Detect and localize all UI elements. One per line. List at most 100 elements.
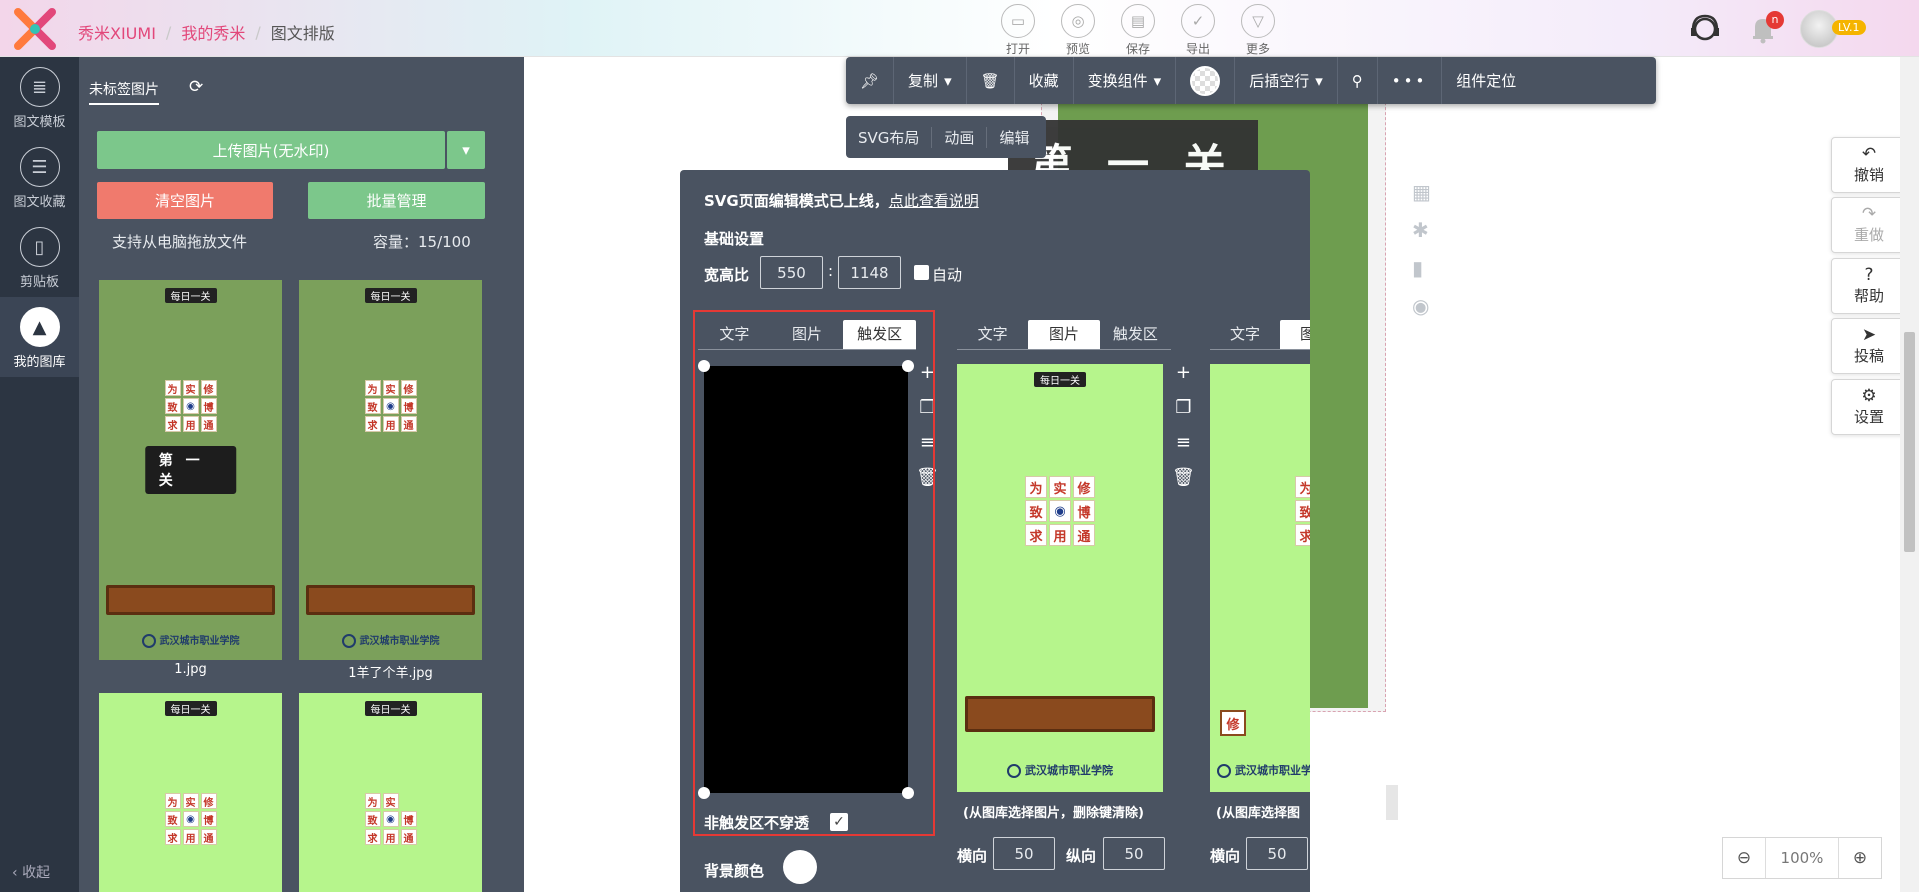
- nav-favorites[interactable]: ☰ 图文收藏: [0, 137, 79, 217]
- open-button[interactable]: ▭ 打开: [993, 4, 1043, 57]
- edit-button[interactable]: 编辑: [987, 127, 1041, 148]
- upload-image-button[interactable]: 上传图片(无水印): [97, 131, 445, 169]
- copy-icon[interactable]: ❐: [1175, 397, 1191, 418]
- zoom-out-icon[interactable]: ⊖: [1723, 848, 1765, 868]
- svg-notice: SVG页面编辑模式已上线，点此查看说明: [704, 192, 979, 210]
- svg-subtoolbar: SVG布局 动画 编辑: [846, 116, 1046, 158]
- xiumi-logo-icon[interactable]: [14, 8, 56, 50]
- notification-bell-icon[interactable]: n: [1748, 11, 1784, 44]
- tab-image[interactable]: 图片: [1028, 320, 1100, 349]
- locate-component-button[interactable]: 组件定位: [1442, 57, 1530, 104]
- export-button[interactable]: ✓ 导出: [1173, 4, 1223, 57]
- bg-color-swatch[interactable]: [783, 850, 817, 884]
- auto-checkbox[interactable]: [914, 265, 929, 280]
- copy-button[interactable]: 复制 ▾: [894, 57, 967, 104]
- horizontal-input[interactable]: 50: [1246, 837, 1308, 870]
- tab-image[interactable]: 图片: [1280, 320, 1310, 349]
- brand-name[interactable]: 秀米XIUMI: [78, 20, 156, 44]
- preview-icon: ◎: [1061, 4, 1095, 38]
- delete-button[interactable]: 🗑︎: [967, 57, 1015, 104]
- thumb-caption: 1羊了个羊.jpg: [348, 666, 433, 681]
- capacity-label: 容量：15/100: [373, 233, 471, 251]
- nav-my-gallery[interactable]: ▲ 我的图库: [0, 297, 79, 377]
- settings-button[interactable]: ⚙ 设置: [1831, 379, 1907, 435]
- horizontal-label: 横向: [957, 847, 988, 865]
- eye-icon[interactable]: ◉: [1412, 294, 1431, 318]
- vertical-label: 纵向: [1066, 847, 1097, 865]
- support-agent-icon[interactable]: [1688, 12, 1722, 46]
- brush-button[interactable]: ⚲: [1338, 57, 1378, 104]
- batch-manage-button[interactable]: 批量管理: [308, 182, 485, 219]
- image-hint: (从图库选择图片，删除键清除): [963, 806, 1144, 821]
- vertical-input[interactable]: 50: [1103, 837, 1165, 870]
- breadcrumb-my-xiumi[interactable]: 我的秀米: [181, 20, 245, 44]
- drag-note: 支持从电脑拖放文件: [112, 233, 248, 251]
- breadcrumb-layout: 图文排版: [270, 24, 335, 43]
- svg-layout-button[interactable]: SVG布局: [846, 126, 933, 148]
- help-button[interactable]: ? 帮助: [1831, 258, 1907, 314]
- redo-button[interactable]: ↷ 重做: [1831, 197, 1907, 253]
- chevron-down-icon: ▽: [1241, 4, 1275, 38]
- image-thumb[interactable]: 每日一关 为实修 致 ◉ 博 求用通 第 一 关 武汉城市职业学院: [99, 280, 282, 660]
- menu-icon[interactable]: ≡: [1176, 432, 1191, 453]
- level-title: 第 一 关: [144, 446, 237, 494]
- refresh-icon[interactable]: ⟳: [189, 77, 203, 97]
- layer-image[interactable]: 每日一关 为实修 致 ◉ 博 求用通 武汉城市职业学院: [957, 364, 1163, 792]
- clipboard-icon: ▯: [19, 227, 60, 267]
- add-icon[interactable]: +: [1176, 362, 1191, 383]
- animation-button[interactable]: 动画: [932, 126, 988, 148]
- chevron-left-icon: ‹: [12, 865, 18, 881]
- pin-button[interactable]: 📌︎: [846, 57, 895, 104]
- transform-component-button[interactable]: 变换组件 ▾: [1074, 57, 1177, 104]
- gear-icon: ⚙: [1861, 386, 1877, 406]
- zoom-in-icon[interactable]: ⊕: [1839, 848, 1881, 868]
- ellipsis-icon: •••: [1391, 71, 1428, 90]
- help-icon: ?: [1864, 265, 1874, 285]
- grid-icon[interactable]: ▦: [1412, 180, 1431, 204]
- top-bar: 秀米XIUMI / 我的秀米 / 图文排版 ▭ 打开 ◎ 预览 ▤ 保存 ✓ 导…: [0, 0, 1919, 57]
- image-icon: ▲: [19, 307, 60, 347]
- nav-templates[interactable]: ≣ 图文模板: [0, 57, 79, 137]
- selected-layer-outline: [693, 310, 935, 836]
- more-options-button[interactable]: •••: [1378, 57, 1443, 104]
- canvas-scroll-thumb[interactable]: [1904, 332, 1915, 552]
- image-thumb[interactable]: 每日一关 为实修 致 ◉ 博 求用通: [99, 693, 282, 892]
- image-thumb[interactable]: 每日一关 为实 致 ◉ 博 求用通: [299, 693, 482, 892]
- save-button[interactable]: ▤ 保存: [1113, 4, 1163, 57]
- notification-badge: n: [1766, 11, 1784, 29]
- ratio-width-input[interactable]: 550: [760, 256, 823, 289]
- trash-icon[interactable]: 🗑︎: [1172, 467, 1195, 488]
- collect-button[interactable]: 收藏: [1015, 57, 1074, 104]
- tab-text[interactable]: 文字: [1210, 320, 1280, 349]
- insert-after-button[interactable]: 后插空行 ▾: [1235, 57, 1338, 104]
- canvas-scrollbar[interactable]: [1900, 57, 1919, 892]
- preview-button[interactable]: ◎ 预览: [1053, 4, 1103, 57]
- image-thumb[interactable]: 每日一关 为实修 致 ◉ 博 求用通 武汉城市职业学院: [299, 280, 482, 660]
- clear-images-button[interactable]: 清空图片: [97, 182, 273, 219]
- more-button[interactable]: ▽ 更多: [1233, 4, 1283, 57]
- nav-clipboard[interactable]: ▯ 剪贴板: [0, 217, 79, 297]
- notice-link[interactable]: 点此查看说明: [889, 192, 979, 210]
- sparkle-icon[interactable]: ✱: [1412, 218, 1431, 242]
- undo-button[interactable]: ↶ 撤销: [1831, 137, 1907, 193]
- layer-image[interactable]: 每日一关 为实修 致◉博 求用通 修 武汉城市职业学院: [1210, 364, 1310, 792]
- ratio-height-input[interactable]: 1148: [838, 256, 901, 289]
- submit-button[interactable]: ➤ 投稿: [1831, 318, 1907, 374]
- basic-settings-title: 基础设置: [704, 230, 765, 248]
- send-icon: ➤: [1861, 325, 1877, 345]
- upload-dropdown-button[interactable]: ▾: [447, 131, 485, 169]
- layer-tabs: 文字 图片: [1210, 320, 1310, 350]
- tab-trigger-area[interactable]: 触发区: [1100, 320, 1171, 349]
- brush-icon: ⚲: [1351, 71, 1363, 90]
- check-icon: ✓: [1181, 4, 1215, 38]
- tab-untagged-images[interactable]: 未标签图片: [89, 79, 159, 105]
- caret-down-icon: ▾: [944, 71, 952, 90]
- layer-tabs: 文字 图片 触发区: [957, 320, 1171, 350]
- horizontal-input[interactable]: 50: [993, 837, 1055, 870]
- color-picker[interactable]: [1176, 57, 1236, 104]
- tab-text[interactable]: 文字: [957, 320, 1028, 349]
- caret-down-icon: ▾: [1315, 71, 1323, 90]
- bar-chart-icon[interactable]: ▮: [1412, 256, 1431, 280]
- zoom-level: 100%: [1765, 838, 1839, 878]
- collapse-button[interactable]: ‹ 收起: [12, 862, 50, 882]
